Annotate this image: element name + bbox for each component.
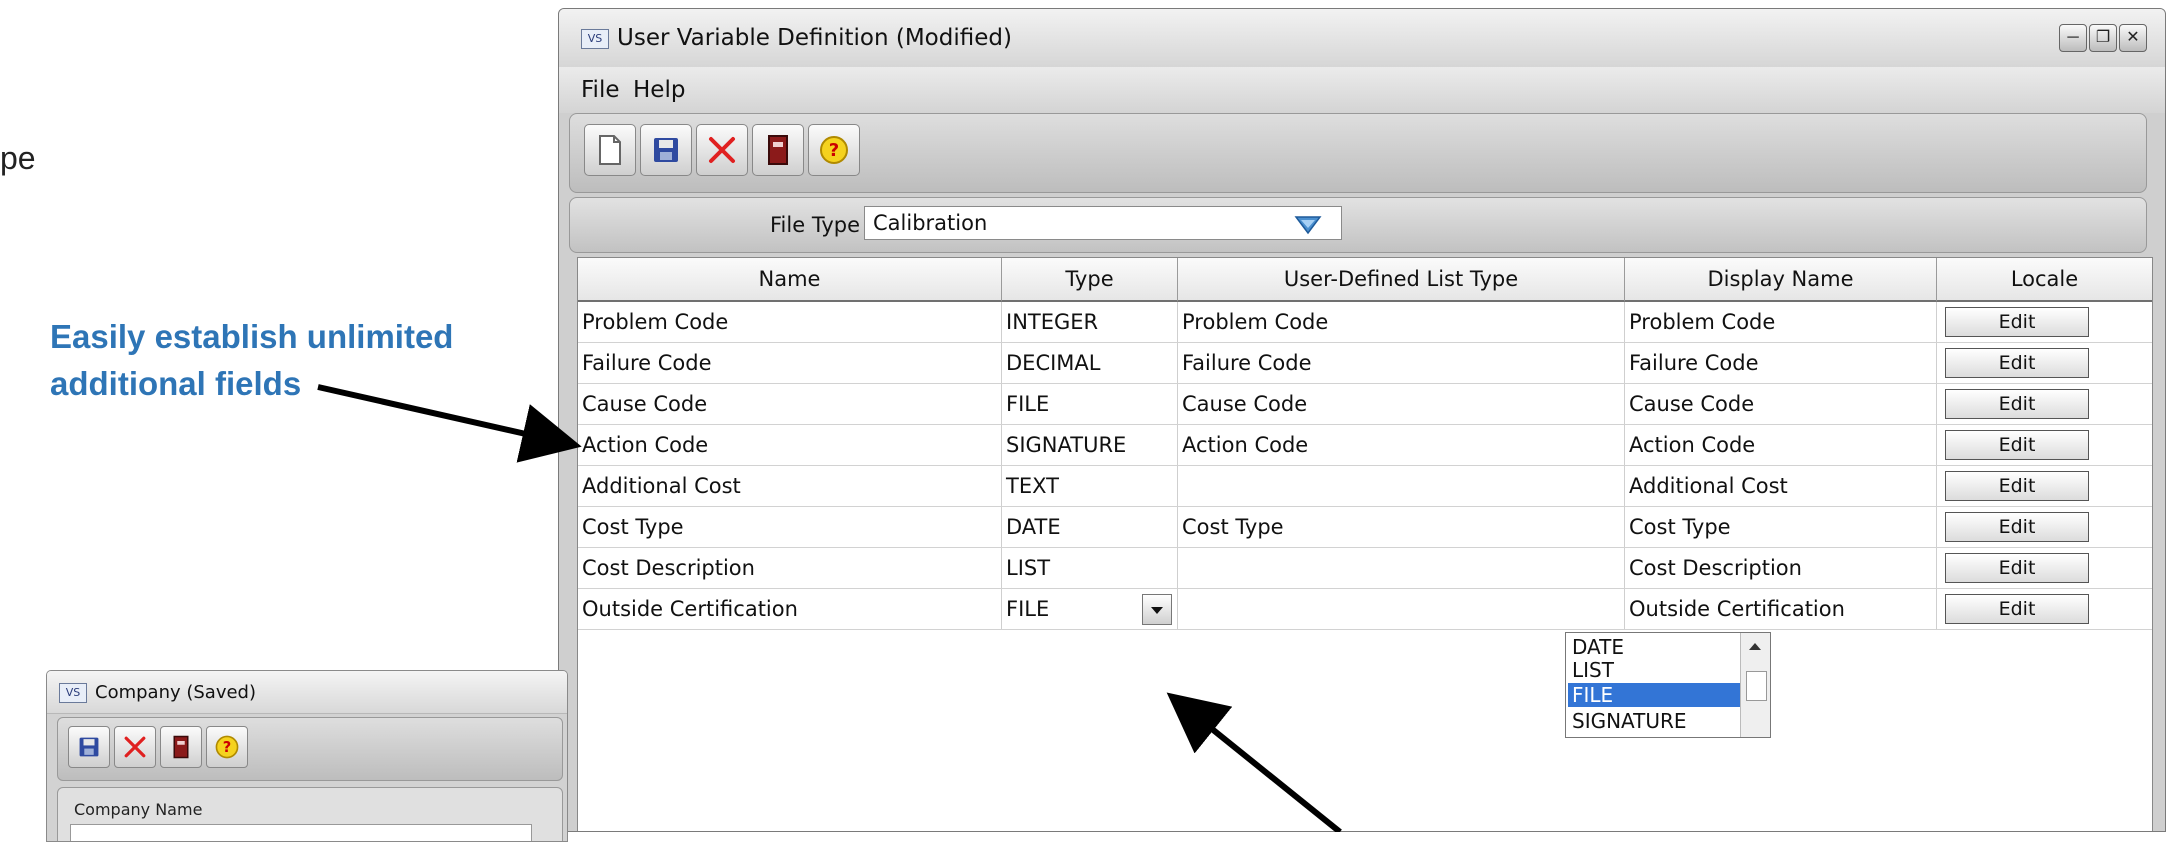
arrow-to-dropdown — [1166, 692, 1342, 832]
arrow-to-rows — [317, 384, 582, 463]
annotation-arrows — [317, 384, 1342, 832]
